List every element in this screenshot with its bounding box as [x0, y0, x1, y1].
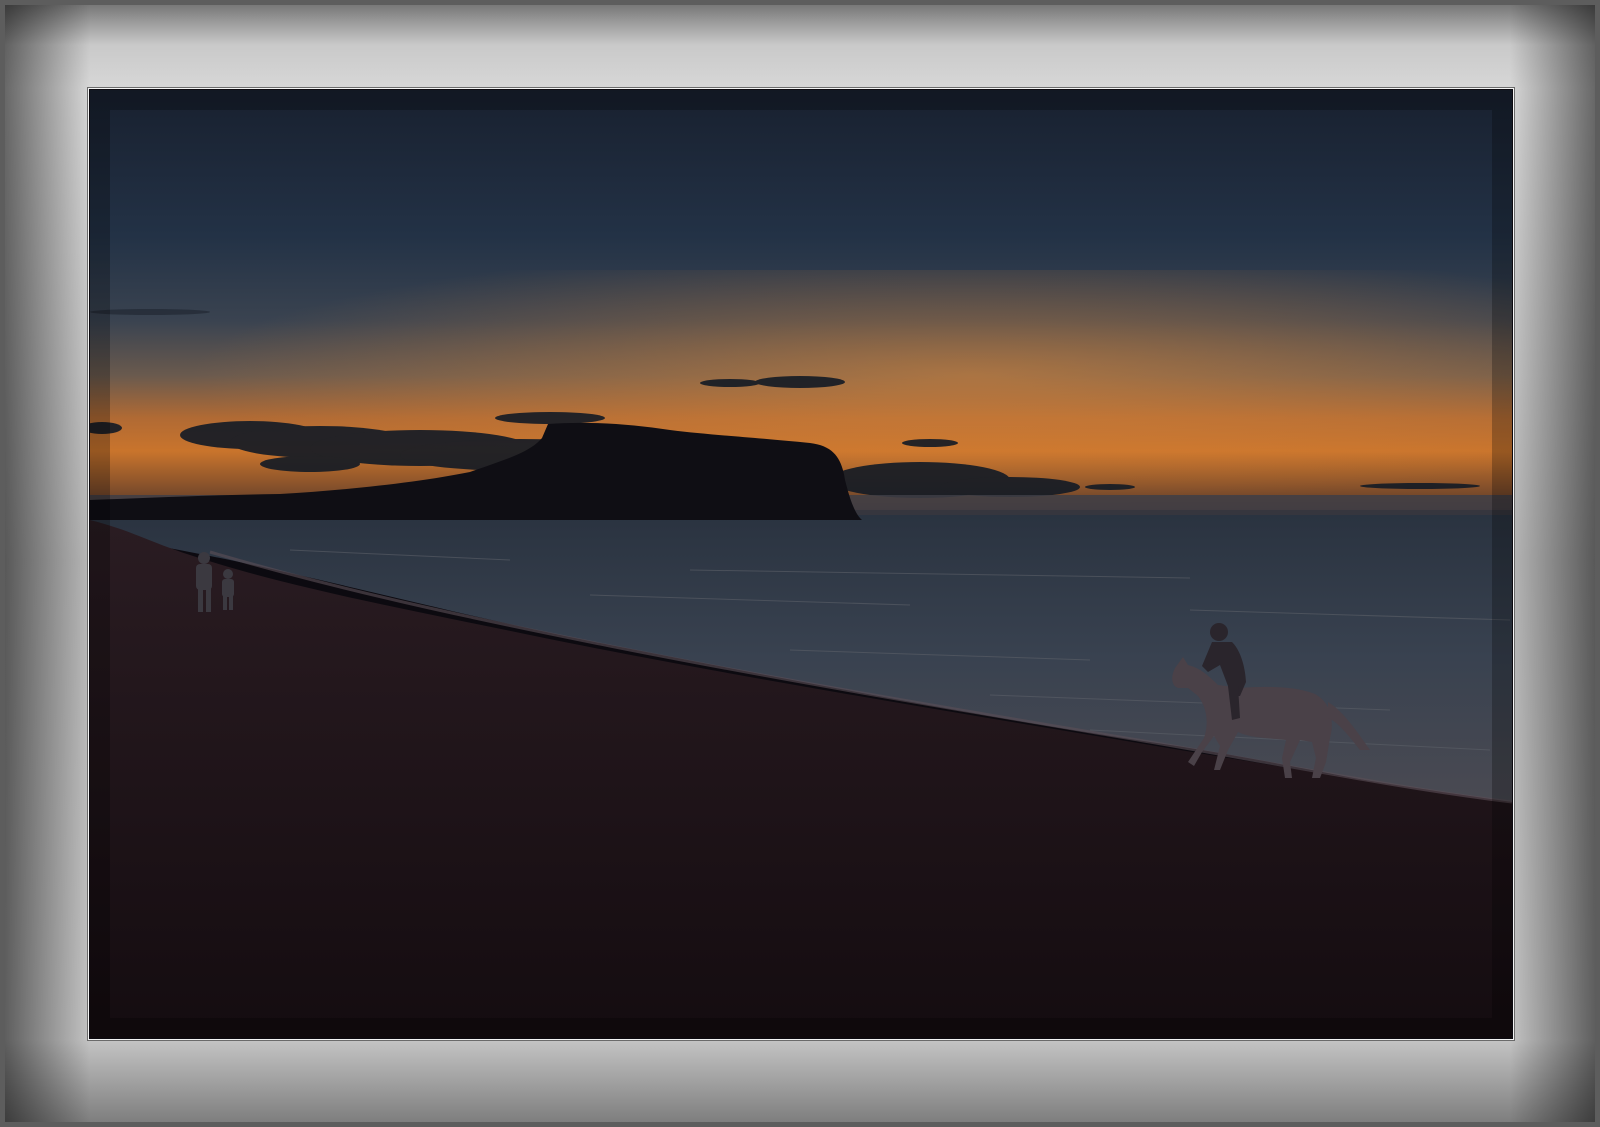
beach-sunset-photo	[90, 90, 1512, 1038]
photo-frame	[0, 0, 1600, 1127]
photo-mat	[88, 88, 1514, 1040]
